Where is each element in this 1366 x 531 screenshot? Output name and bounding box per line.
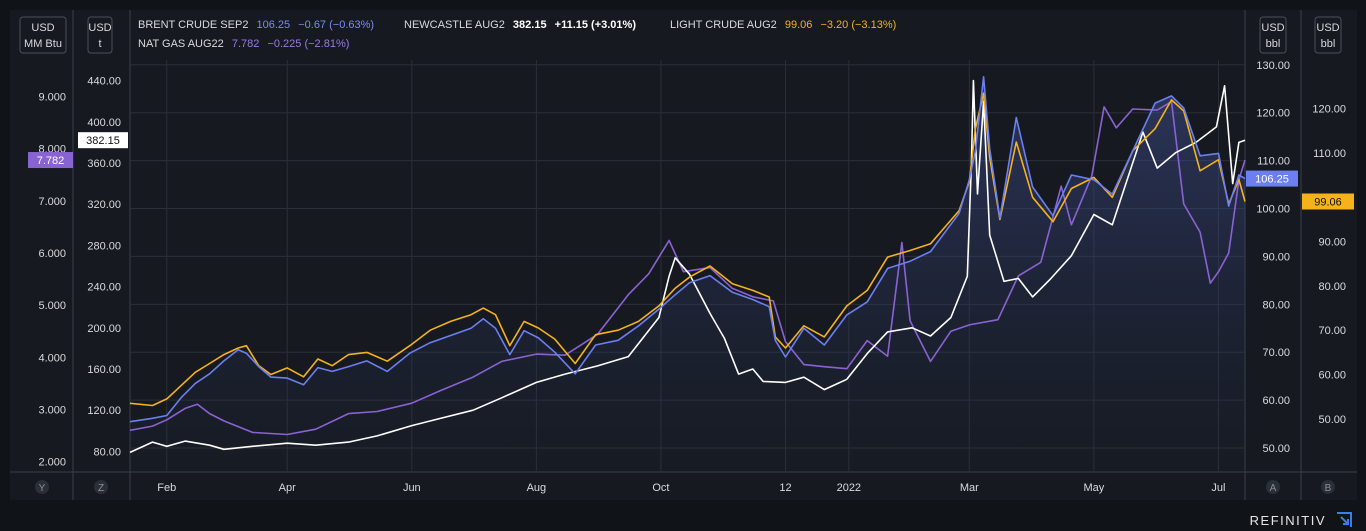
legend-brent-label: BRENT CRUDE SEP2	[138, 19, 248, 31]
brent-tick-label-1: 60.00	[1262, 395, 1290, 407]
newcastle-tick-label-1: 120.00	[87, 405, 121, 417]
x-tick-label-4: Oct	[652, 482, 669, 494]
brent-last-value-label: 106.25	[1255, 174, 1289, 186]
newcastle-tick-label-9: 440.00	[87, 76, 121, 88]
legend-newcastle-value: 382.15	[513, 19, 547, 31]
light-tick-label-7: 120.00	[1312, 104, 1346, 116]
light-tick-label-3: 80.00	[1318, 281, 1346, 293]
axis-button-z[interactable]: Z	[94, 480, 108, 494]
natgas-tick-label-3: 5.000	[38, 300, 66, 312]
natgas-axis-unit: MM Btu	[24, 38, 62, 50]
light-axis-unit: bbl	[1321, 38, 1336, 50]
x-tick-label-6: 2022	[837, 482, 861, 494]
newcastle-tick-label-0: 80.00	[93, 446, 121, 458]
legend-light-change: −3.20 (−3.13%)	[820, 19, 896, 31]
brent-tick-label-3: 80.00	[1262, 299, 1290, 311]
newcastle-tick-label-7: 360.00	[87, 158, 121, 170]
refinitiv-brand: REFINITIV	[1249, 513, 1326, 528]
legend-brent-change: −0.67 (−0.63%)	[298, 19, 374, 31]
newcastle-tick-label-4: 240.00	[87, 282, 121, 294]
legend-light-value: 99.06	[785, 19, 813, 31]
brent-tick-label-0: 50.00	[1262, 443, 1290, 455]
x-tick-label-5: 12	[779, 482, 791, 494]
newcastle-tick-label-6: 320.00	[87, 199, 121, 211]
refinitiv-logo-icon	[1337, 512, 1352, 527]
brent-tick-label-4: 90.00	[1262, 251, 1290, 263]
axis-button-y[interactable]: Y	[35, 480, 49, 494]
x-tick-label-2: Jun	[403, 482, 421, 494]
x-tick-label-8: May	[1083, 482, 1104, 494]
newcastle-tick-label-2: 160.00	[87, 364, 121, 376]
brent-axis-unit: bbl	[1266, 38, 1281, 50]
brent-tick-label-2: 70.00	[1262, 347, 1290, 359]
legend-newcastle[interactable]: NEWCASTLE AUG2 382.15 +11.15 (+3.01%)	[404, 19, 636, 31]
legend-natgas-change: −0.225 (−2.81%)	[267, 38, 349, 50]
legend-newcastle-change: +11.15 (+3.01%)	[555, 19, 637, 31]
brent-tick-label-8: 130.00	[1256, 60, 1290, 72]
light-tick-label-4: 90.00	[1318, 237, 1346, 249]
legend-light-label: LIGHT CRUDE AUG2	[670, 19, 777, 31]
light-tick-label-0: 50.00	[1318, 414, 1346, 426]
x-tick-label-0: Feb	[157, 482, 176, 494]
brent-tick-label-6: 110.00	[1257, 156, 1290, 168]
natgas-tick-label-1: 3.000	[38, 404, 66, 416]
x-tick-label-7: Mar	[960, 482, 979, 494]
axis-button-z-label: Z	[98, 483, 104, 494]
brent-tick-label-5: 100.00	[1256, 204, 1290, 216]
x-tick-label-1: Apr	[279, 482, 296, 494]
axis-button-b[interactable]: B	[1321, 480, 1335, 494]
axis-button-y-label: Y	[39, 483, 46, 494]
axis-button-b-label: B	[1325, 483, 1332, 494]
newcastle-axis-unit: t	[98, 38, 101, 50]
legend-newcastle-label: NEWCASTLE AUG2	[404, 19, 505, 31]
natgas-tick-label-7: 9.000	[38, 92, 66, 104]
light-tick-label-6: 110.00	[1313, 148, 1346, 160]
legend-natgas-label: NAT GAS AUG22	[138, 38, 224, 50]
light-last-value-label: 99.06	[1314, 196, 1342, 208]
natgas-last-value-label: 7.782	[37, 155, 65, 167]
natgas-tick-label-5: 7.000	[38, 196, 66, 208]
brent-tick-label-7: 120.00	[1256, 108, 1290, 120]
x-tick-label-9: Jul	[1211, 482, 1225, 494]
legend-brent-value: 106.25	[257, 19, 291, 31]
natgas-tick-label-4: 6.000	[38, 248, 66, 260]
legend-natgas[interactable]: NAT GAS AUG22 7.782 −0.225 (−2.81%)	[138, 38, 349, 50]
natgas-axis-currency: USD	[31, 22, 54, 34]
newcastle-axis-currency: USD	[88, 22, 111, 34]
axis-button-a-label: A	[1270, 483, 1277, 494]
newcastle-last-value-label: 382.15	[86, 135, 120, 147]
legend-natgas-value: 7.782	[232, 38, 260, 50]
natgas-tick-label-2: 4.000	[38, 352, 66, 364]
axis-button-a[interactable]: A	[1266, 480, 1280, 494]
light-tick-label-1: 60.00	[1318, 370, 1346, 382]
natgas-tick-label-0: 2.000	[38, 457, 66, 469]
newcastle-tick-label-5: 280.00	[87, 240, 121, 252]
light-tick-label-2: 70.00	[1318, 325, 1346, 337]
light-axis-currency: USD	[1316, 22, 1339, 34]
newcastle-tick-label-3: 200.00	[87, 323, 121, 335]
price-chart[interactable]: USD MM Btu USD t USD bbl USD bbl BRENT C…	[0, 0, 1366, 531]
brent-axis-currency: USD	[1261, 22, 1284, 34]
newcastle-tick-label-8: 400.00	[87, 117, 121, 129]
legend-brent[interactable]: BRENT CRUDE SEP2 106.25 −0.67 (−0.63%)	[138, 19, 374, 31]
x-tick-label-3: Aug	[527, 482, 547, 494]
